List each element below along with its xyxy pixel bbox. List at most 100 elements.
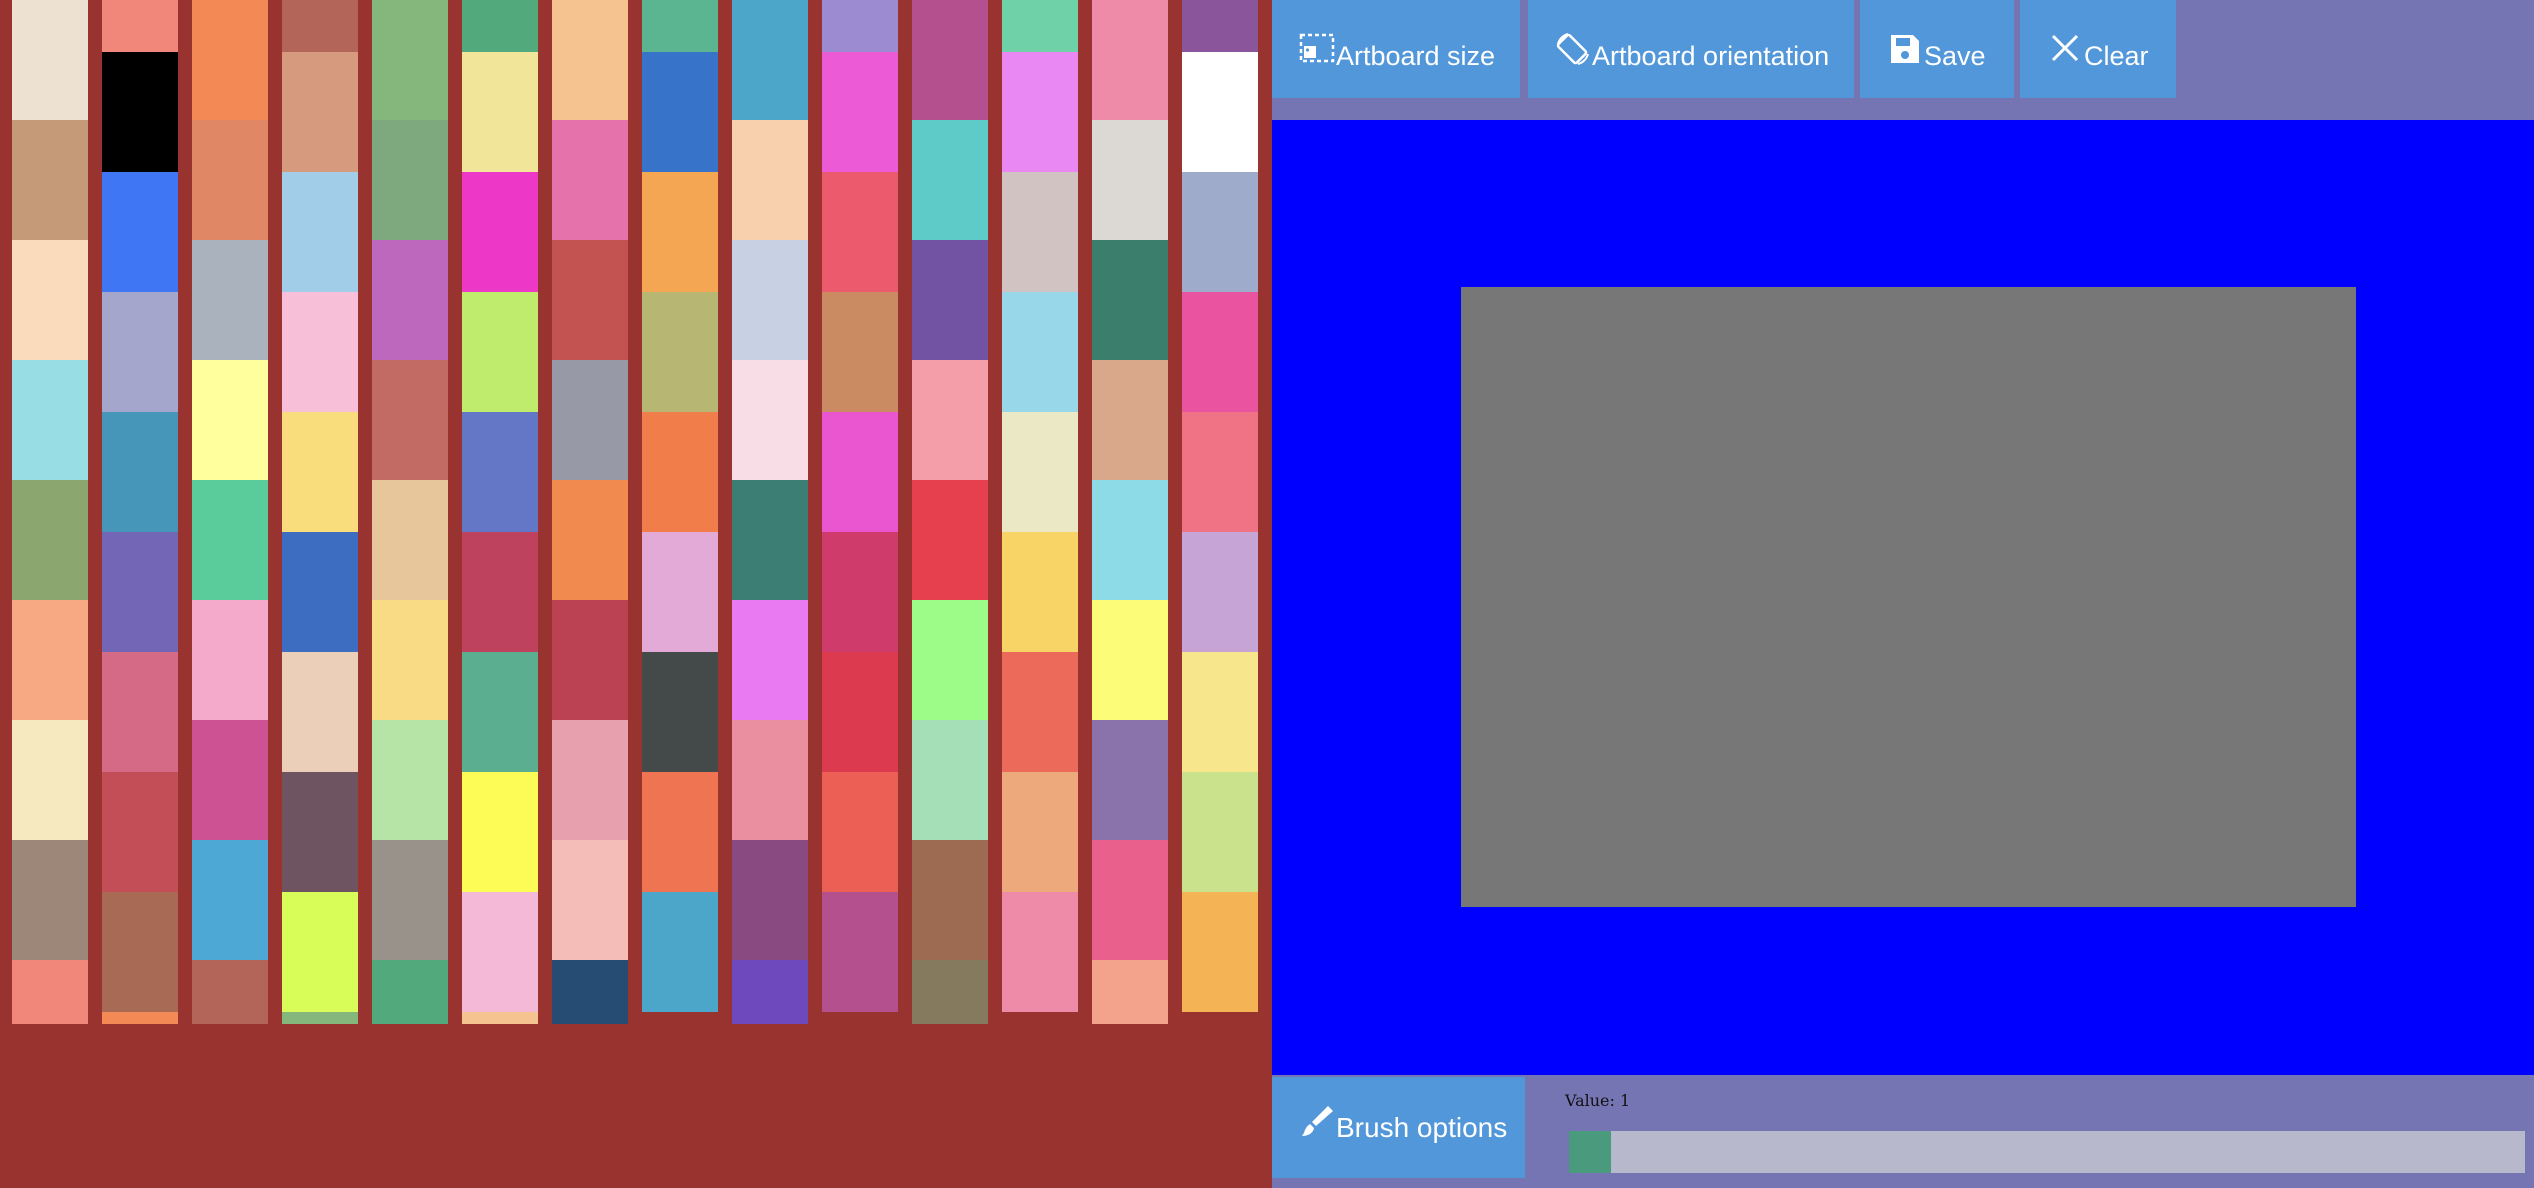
color-swatch[interactable] xyxy=(732,720,808,840)
color-swatch[interactable] xyxy=(192,120,268,240)
color-swatch[interactable] xyxy=(462,52,538,172)
color-swatch[interactable] xyxy=(912,120,988,240)
color-swatch[interactable] xyxy=(102,532,178,652)
color-swatch[interactable] xyxy=(102,292,178,412)
color-swatch[interactable] xyxy=(1092,480,1168,600)
color-swatch[interactable] xyxy=(192,480,268,600)
color-swatch[interactable] xyxy=(822,772,898,892)
color-swatch[interactable] xyxy=(1182,532,1258,652)
color-swatch[interactable] xyxy=(552,0,628,120)
color-swatch[interactable] xyxy=(282,292,358,412)
color-swatch[interactable] xyxy=(12,600,88,720)
color-swatch[interactable] xyxy=(282,532,358,652)
color-swatch[interactable] xyxy=(1182,292,1258,412)
color-swatch[interactable] xyxy=(372,0,448,120)
color-swatch[interactable] xyxy=(1092,720,1168,840)
color-swatch[interactable] xyxy=(732,0,808,120)
color-swatch[interactable] xyxy=(1002,412,1078,532)
color-swatch[interactable] xyxy=(912,0,988,120)
color-swatch[interactable] xyxy=(102,0,178,52)
color-swatch[interactable] xyxy=(102,172,178,292)
color-swatch[interactable] xyxy=(462,772,538,892)
color-swatch[interactable] xyxy=(552,840,628,960)
color-swatch[interactable] xyxy=(822,172,898,292)
color-swatch[interactable] xyxy=(1182,172,1258,292)
color-swatch[interactable] xyxy=(822,292,898,412)
color-swatch[interactable] xyxy=(732,360,808,480)
color-swatch[interactable] xyxy=(1002,52,1078,172)
color-swatch[interactable] xyxy=(282,1012,358,1024)
color-swatch[interactable] xyxy=(102,1012,178,1024)
color-swatch[interactable] xyxy=(372,240,448,360)
color-swatch[interactable] xyxy=(642,172,718,292)
artboard-orientation-button[interactable]: Artboard orientation xyxy=(1528,0,1854,98)
color-swatch[interactable] xyxy=(462,652,538,772)
color-swatch[interactable] xyxy=(822,0,898,52)
color-swatch[interactable] xyxy=(102,892,178,1012)
brush-options-button[interactable]: Brush options xyxy=(1272,1077,1525,1178)
artboard-size-button[interactable]: Artboard size xyxy=(1272,0,1520,98)
artboard[interactable] xyxy=(1461,287,2356,907)
color-swatch[interactable] xyxy=(282,172,358,292)
color-swatch[interactable] xyxy=(822,532,898,652)
color-swatch[interactable] xyxy=(462,532,538,652)
color-swatch[interactable] xyxy=(1182,0,1258,52)
color-swatch[interactable] xyxy=(1002,892,1078,1012)
color-swatch[interactable] xyxy=(642,532,718,652)
color-swatch[interactable] xyxy=(12,960,88,1024)
color-swatch[interactable] xyxy=(372,600,448,720)
color-swatch[interactable] xyxy=(282,892,358,1012)
color-swatch[interactable] xyxy=(642,772,718,892)
color-swatch[interactable] xyxy=(1002,652,1078,772)
color-swatch[interactable] xyxy=(552,960,628,1024)
color-swatch[interactable] xyxy=(732,600,808,720)
color-swatch[interactable] xyxy=(462,892,538,1012)
color-swatch[interactable] xyxy=(462,0,538,52)
color-swatch[interactable] xyxy=(102,652,178,772)
color-swatch[interactable] xyxy=(552,600,628,720)
color-swatch[interactable] xyxy=(192,600,268,720)
color-swatch[interactable] xyxy=(282,772,358,892)
color-swatch[interactable] xyxy=(1002,0,1078,52)
color-swatch[interactable] xyxy=(912,720,988,840)
color-swatch[interactable] xyxy=(732,840,808,960)
drawing-canvas[interactable] xyxy=(1272,120,2534,1075)
color-swatch[interactable] xyxy=(12,840,88,960)
color-swatch[interactable] xyxy=(1182,892,1258,1012)
color-swatch[interactable] xyxy=(1092,240,1168,360)
color-swatch[interactable] xyxy=(732,120,808,240)
color-swatch[interactable] xyxy=(372,360,448,480)
color-swatch[interactable] xyxy=(822,52,898,172)
color-swatch[interactable] xyxy=(912,840,988,960)
color-swatch[interactable] xyxy=(912,960,988,1024)
color-swatch[interactable] xyxy=(1002,532,1078,652)
color-swatch[interactable] xyxy=(102,772,178,892)
color-swatch[interactable] xyxy=(282,412,358,532)
color-swatch[interactable] xyxy=(732,240,808,360)
color-swatch[interactable] xyxy=(1092,120,1168,240)
color-swatch[interactable] xyxy=(282,52,358,172)
color-swatch[interactable] xyxy=(192,960,268,1024)
color-swatch[interactable] xyxy=(12,360,88,480)
color-swatch[interactable] xyxy=(12,480,88,600)
color-swatch[interactable] xyxy=(1182,652,1258,772)
color-swatch[interactable] xyxy=(372,480,448,600)
color-swatch[interactable] xyxy=(1182,412,1258,532)
color-swatch[interactable] xyxy=(552,240,628,360)
color-swatch[interactable] xyxy=(1092,360,1168,480)
color-swatch[interactable] xyxy=(1092,960,1168,1024)
color-swatch[interactable] xyxy=(552,480,628,600)
color-swatch[interactable] xyxy=(1002,172,1078,292)
color-swatch[interactable] xyxy=(12,240,88,360)
color-swatch[interactable] xyxy=(12,0,88,120)
color-swatch[interactable] xyxy=(822,652,898,772)
color-swatch[interactable] xyxy=(642,412,718,532)
color-swatch[interactable] xyxy=(552,360,628,480)
color-swatch[interactable] xyxy=(372,840,448,960)
color-swatch[interactable] xyxy=(912,240,988,360)
color-swatch[interactable] xyxy=(192,240,268,360)
color-swatch[interactable] xyxy=(192,360,268,480)
color-swatch[interactable] xyxy=(642,652,718,772)
color-swatch[interactable] xyxy=(912,600,988,720)
color-swatch[interactable] xyxy=(1182,52,1258,172)
